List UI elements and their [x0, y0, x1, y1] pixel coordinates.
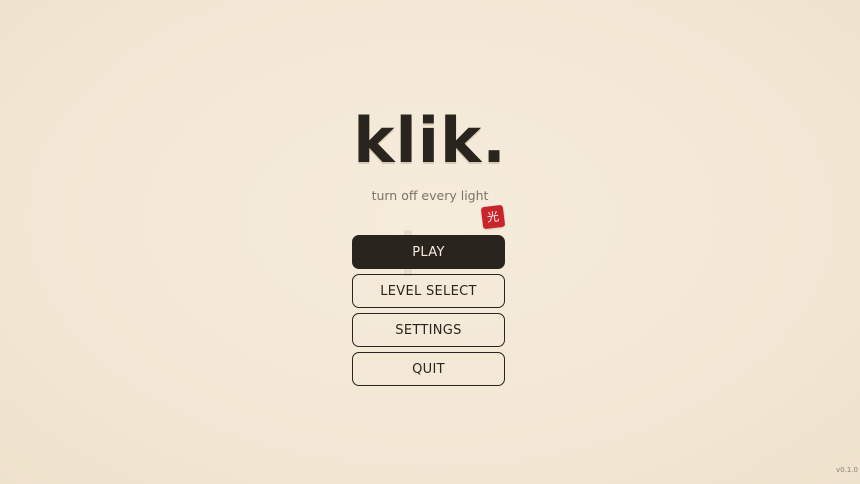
- game-title: klik.: [353, 104, 507, 177]
- version-label: v0.1.0: [836, 466, 858, 474]
- quit-button[interactable]: QUIT: [352, 352, 505, 386]
- settings-button[interactable]: SETTINGS: [352, 313, 505, 347]
- main-menu: PLAY LEVEL SELECT SETTINGS QUIT: [352, 235, 505, 391]
- level-select-button[interactable]: LEVEL SELECT: [352, 274, 505, 308]
- hanko-stamp-icon: 光: [480, 204, 506, 230]
- play-button[interactable]: PLAY: [352, 235, 505, 269]
- game-subtitle: turn off every light: [371, 188, 489, 203]
- main-menu-screen: klik. turn off every light 光 PLAY LEVEL …: [0, 0, 860, 484]
